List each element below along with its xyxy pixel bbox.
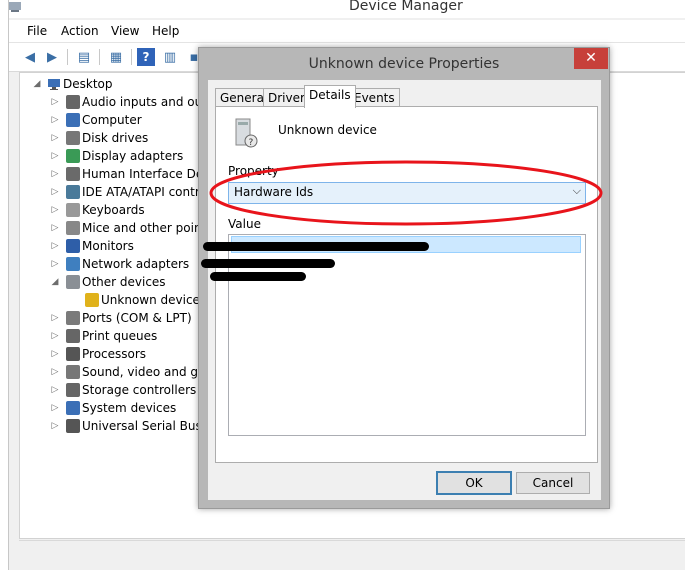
tree-item-label: Network adapters: [82, 257, 190, 271]
title-bar: Device Manager: [9, 0, 685, 18]
tree-item-label: Sound, video and gam: [82, 365, 218, 379]
expand-arrow-icon[interactable]: ▷: [50, 363, 60, 381]
usb-icon: [66, 419, 80, 433]
collapse-arrow-icon[interactable]: ◢: [32, 75, 42, 93]
forward-arrow-icon[interactable]: ▶: [43, 48, 61, 66]
menu-help[interactable]: Help: [152, 24, 179, 38]
expand-arrow-icon[interactable]: ▷: [50, 183, 60, 201]
svg-text:?: ?: [249, 138, 254, 148]
tree-item-label: Monitors: [82, 239, 134, 253]
tree-item-label: Keyboards: [82, 203, 145, 217]
action-pane-icon[interactable]: ▥: [161, 48, 179, 66]
expand-arrow-icon[interactable]: ▷: [50, 309, 60, 327]
cancel-button[interactable]: Cancel: [516, 472, 590, 494]
dialog-title: Unknown device Properties: [308, 56, 500, 72]
keyboard-icon: [66, 203, 80, 217]
expand-arrow-icon[interactable]: ▷: [50, 111, 60, 129]
collapse-arrow-icon[interactable]: ◢: [50, 273, 60, 291]
toolbar-separator: [131, 49, 132, 65]
tree-item-label: Ports (COM & LPT): [82, 311, 192, 325]
tree-item-label: Disk drives: [82, 131, 149, 145]
speaker-icon: [66, 95, 80, 109]
other-devices-icon: [66, 275, 80, 289]
device-manager-icon: [9, 2, 21, 12]
monitor-icon: [66, 239, 80, 253]
expand-arrow-icon[interactable]: ▷: [50, 147, 60, 165]
network-icon: [66, 257, 80, 271]
expand-arrow-icon[interactable]: ▷: [50, 255, 60, 273]
toolbar-separator: [67, 49, 68, 65]
menu-action[interactable]: Action: [61, 24, 99, 38]
tree-item-label: Display adapters: [82, 149, 184, 163]
system-icon: [66, 401, 80, 415]
processor-icon: [66, 347, 80, 361]
details-tab-panel: ? Unknown device Property Hardware Ids ⌵…: [209, 106, 603, 463]
help-icon[interactable]: ?: [137, 48, 155, 66]
hid-icon: [66, 167, 80, 181]
expand-arrow-icon[interactable]: ▷: [50, 201, 60, 219]
menu-view[interactable]: View: [111, 24, 139, 38]
expand-arrow-icon[interactable]: ▷: [50, 219, 60, 237]
tab-driver[interactable]: Driver: [263, 88, 310, 107]
redaction-mark: [201, 259, 335, 268]
tree-item-label: IDE ATA/ATAPI contro: [82, 185, 207, 199]
expand-arrow-icon[interactable]: ▷: [50, 93, 60, 111]
value-label: Value: [228, 217, 261, 231]
display-icon: [66, 149, 80, 163]
expand-arrow-icon[interactable]: ▷: [50, 345, 60, 363]
tree-item-label: Mice and other pointin: [82, 221, 218, 235]
toolbar-separator: [99, 49, 100, 65]
unknown-device-icon: ?: [235, 118, 258, 148]
sound-icon: [66, 365, 80, 379]
menu-bar: File Action View Help: [9, 20, 685, 43]
expand-arrow-icon[interactable]: ▷: [50, 327, 60, 345]
ok-button[interactable]: OK: [436, 471, 512, 495]
tree-item-label: Audio inputs and outp: [82, 95, 215, 109]
tree-item-label: Unknown device: [101, 293, 200, 307]
show-hide-tree-icon[interactable]: ▤: [75, 48, 93, 66]
dialog-body: General Driver Details Events ? Unknown …: [208, 80, 603, 500]
close-button[interactable]: ✕: [574, 48, 608, 69]
expand-arrow-icon[interactable]: ▷: [50, 399, 60, 417]
desktop-icon: [48, 79, 60, 90]
expand-arrow-icon[interactable]: ▷: [50, 417, 60, 435]
unknown-device-warning-icon: [85, 293, 99, 307]
expand-arrow-icon[interactable]: ▷: [50, 237, 60, 255]
expand-arrow-icon[interactable]: ▷: [50, 165, 60, 183]
tree-item-label: Storage controllers: [82, 383, 197, 397]
status-bar: [19, 540, 685, 563]
disk-icon: [66, 131, 80, 145]
tree-item-label: Processors: [82, 347, 147, 361]
port-icon: [66, 311, 80, 325]
tree-item-label: System devices: [82, 401, 177, 415]
expand-arrow-icon[interactable]: ▷: [50, 381, 60, 399]
computer-icon: [66, 113, 80, 127]
device-name: Unknown device: [278, 123, 377, 137]
red-highlight-ellipse: [209, 160, 603, 226]
expand-arrow-icon[interactable]: ▷: [50, 129, 60, 147]
tab-events[interactable]: Events: [349, 88, 400, 107]
tree-root-label: Desktop: [63, 77, 113, 91]
ide-icon: [66, 185, 80, 199]
tree-item-label: Print queues: [82, 329, 158, 343]
redaction-mark: [203, 242, 429, 251]
storage-icon: [66, 383, 80, 397]
tree-item-label: Other devices: [82, 275, 166, 289]
menu-file[interactable]: File: [27, 24, 47, 38]
redaction-mark: [210, 272, 306, 281]
tab-details[interactable]: Details: [304, 85, 356, 108]
mouse-icon: [66, 221, 80, 235]
properties-icon[interactable]: ▦: [107, 48, 125, 66]
window-title: Device Manager: [349, 0, 463, 14]
back-arrow-icon[interactable]: ◀: [21, 48, 39, 66]
tree-item-label: Computer: [82, 113, 142, 127]
printer-icon: [66, 329, 80, 343]
